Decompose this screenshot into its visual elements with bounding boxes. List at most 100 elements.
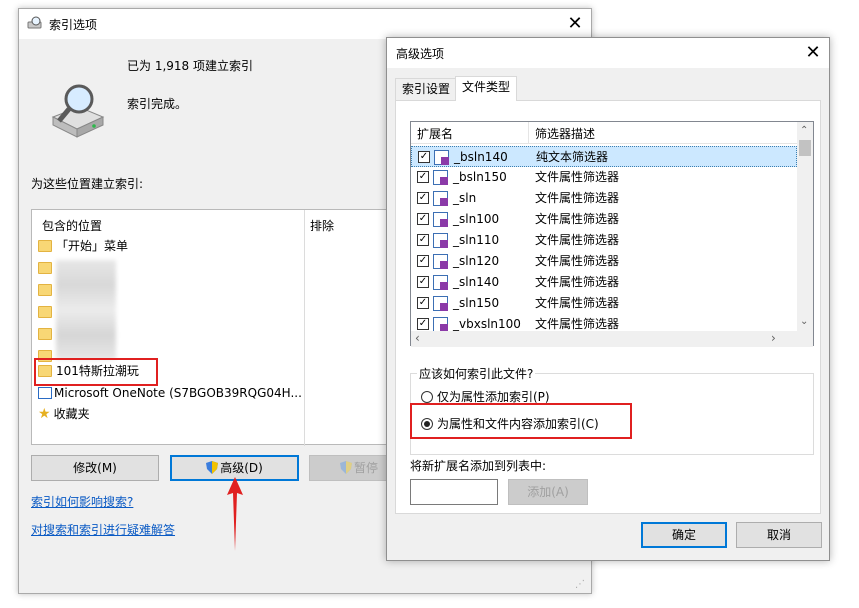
checkbox-checked-icon[interactable]: ✓	[417, 234, 429, 246]
folder-icon	[38, 284, 52, 296]
scroll-down-icon[interactable]: ⌄	[800, 316, 808, 327]
radio-label: 仅为属性添加索引(P)	[437, 390, 550, 404]
shield-icon	[339, 461, 352, 474]
file-type-row[interactable]: ✓ _bsln140 纯文本筛选器	[411, 146, 797, 167]
filter-label: 文件属性筛选器	[535, 191, 620, 205]
indexing-icon	[27, 16, 42, 29]
filter-label: 文件属性筛选器	[535, 212, 620, 226]
extension-label: _bsln150	[453, 170, 507, 184]
title-bar: 索引选项 ✕	[19, 9, 591, 39]
pause-label: 暂停	[353, 461, 378, 475]
extension-label: _sln100	[453, 212, 500, 226]
file-type-icon	[433, 296, 448, 311]
locations-list[interactable]: 包含的位置 排除 「开始」菜单 101特斯拉潮玩 Microsoft OneNo…	[31, 209, 421, 446]
checkbox-checked-icon[interactable]: ✓	[417, 255, 429, 267]
new-extension-input[interactable]	[410, 479, 498, 505]
how-indexing-affects-link[interactable]: 索引如何影响搜索?	[31, 493, 133, 510]
add-extension-label: 将新扩展名添加到列表中:	[410, 459, 547, 473]
location-label: 收藏夹	[53, 407, 90, 421]
location-label: Microsoft OneNote (S7BGOB39RQG04H...	[54, 386, 302, 400]
advanced-options-window: 高级选项 ✕ 索引设置 文件类型 扩展名 筛选器描述 ✓ _bsln140 纯文本筛…	[386, 37, 830, 561]
indexing-drive-icon	[51, 84, 105, 138]
location-item-favorites[interactable]: ★ 收藏夹	[38, 404, 303, 424]
cancel-button[interactable]: 取消	[736, 522, 822, 548]
file-type-icon	[433, 212, 448, 227]
window-title: 索引选项	[49, 18, 98, 32]
group-label: 应该如何索引此文件?	[417, 365, 536, 382]
file-type-row[interactable]: ✓ _sln150 文件属性筛选器	[411, 293, 797, 314]
file-type-icon	[433, 317, 448, 332]
ok-button[interactable]: 确定	[641, 522, 727, 548]
column-header-extension: 扩展名	[417, 127, 454, 141]
horizontal-scrollbar[interactable]: ‹ ›	[411, 331, 813, 347]
redacted-area	[56, 260, 116, 360]
location-label: 「开始」菜单	[56, 239, 129, 253]
add-button[interactable]: 添加(A)	[508, 479, 588, 505]
locations-label: 为这些位置建立索引:	[31, 177, 144, 191]
red-arrow-icon	[227, 477, 243, 551]
file-type-icon	[433, 254, 448, 269]
star-icon: ★	[38, 406, 51, 422]
shield-icon	[206, 461, 219, 474]
title-bar: 高级选项 ✕	[387, 38, 829, 68]
scroll-up-icon[interactable]: ⌃	[800, 125, 808, 136]
location-label: 101特斯拉潮玩	[56, 364, 139, 378]
window-title: 高级选项	[396, 47, 445, 61]
vertical-scrollbar[interactable]: ⌃ ⌄	[797, 122, 813, 331]
scroll-thumb[interactable]	[799, 140, 811, 156]
column-header-filter: 筛选器描述	[535, 127, 596, 141]
troubleshoot-link[interactable]: 对搜索和索引进行疑难解答	[31, 521, 175, 538]
folder-icon	[38, 262, 52, 274]
modify-button[interactable]: 修改(M)	[31, 455, 159, 481]
file-type-row[interactable]: ✓ _bsln150 文件属性筛选器	[411, 167, 797, 188]
file-type-row[interactable]: ✓ _sln 文件属性筛选器	[411, 188, 797, 209]
folder-icon	[38, 306, 52, 318]
file-type-icon	[433, 275, 448, 290]
close-button[interactable]: ✕	[565, 14, 585, 34]
file-type-row[interactable]: ✓ _sln100 文件属性筛选器	[411, 209, 797, 230]
filter-label: 文件属性筛选器	[535, 275, 620, 289]
file-type-row[interactable]: ✓ _sln110 文件属性筛选器	[411, 230, 797, 251]
checkbox-checked-icon[interactable]: ✓	[417, 297, 429, 309]
file-type-row[interactable]: ✓ _sln120 文件属性筛选器	[411, 251, 797, 272]
index-count-text: 已为 1,918 项建立索引	[127, 59, 253, 73]
column-header-included: 包含的位置	[42, 219, 103, 233]
folder-icon	[38, 328, 52, 340]
location-item-start-menu[interactable]: 「开始」菜单	[38, 236, 303, 256]
column-divider	[304, 210, 305, 446]
column-header-excluded: 排除	[310, 219, 335, 233]
file-type-icon	[433, 233, 448, 248]
scroll-left-icon[interactable]: ‹	[415, 331, 420, 345]
extension-label: _sln150	[453, 296, 500, 310]
file-type-row[interactable]: ✓ _sln140 文件属性筛选器	[411, 272, 797, 293]
file-type-icon	[434, 150, 449, 165]
checkbox-checked-icon[interactable]: ✓	[417, 192, 429, 204]
close-button[interactable]: ✕	[803, 43, 823, 63]
resize-grip-icon[interactable]: ⋰	[575, 579, 587, 591]
tab-index-settings[interactable]: 索引设置	[395, 78, 458, 100]
radio-icon	[421, 391, 433, 403]
checkbox-checked-icon[interactable]: ✓	[417, 171, 429, 183]
onenote-icon	[38, 387, 52, 399]
filter-label: 纯文本筛选器	[536, 150, 609, 164]
extension-label: _bsln140	[454, 150, 508, 164]
filter-label: 文件属性筛选器	[535, 254, 620, 268]
extension-label: _sln110	[453, 233, 500, 247]
folder-icon	[38, 240, 52, 252]
location-item-onenote[interactable]: Microsoft OneNote (S7BGOB39RQG04H...	[38, 383, 303, 403]
highlight-box	[410, 403, 632, 439]
extension-label: _sln	[453, 191, 477, 205]
extension-label: _sln120	[453, 254, 500, 268]
filter-label: 文件属性筛选器	[535, 296, 620, 310]
filter-label: 文件属性筛选器	[535, 170, 620, 184]
file-types-list[interactable]: 扩展名 筛选器描述 ✓ _bsln140 纯文本筛选器 ✓ _bsln150 文件属性筛选…	[410, 121, 814, 347]
checkbox-checked-icon[interactable]: ✓	[417, 276, 429, 288]
checkbox-checked-icon[interactable]: ✓	[418, 151, 430, 163]
location-item-tesla[interactable]: 101特斯拉潮玩	[38, 361, 303, 381]
checkbox-checked-icon[interactable]: ✓	[417, 213, 429, 225]
scroll-right-icon[interactable]: ›	[771, 331, 776, 345]
checkbox-checked-icon[interactable]: ✓	[417, 318, 429, 330]
tab-file-types[interactable]: 文件类型	[455, 76, 518, 101]
extension-label: _sln140	[453, 275, 500, 289]
column-divider	[528, 122, 529, 144]
